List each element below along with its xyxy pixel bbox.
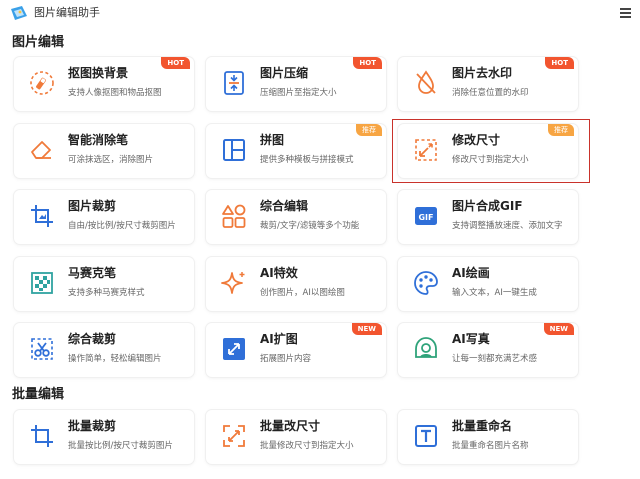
hot-badge: HOT bbox=[161, 57, 190, 69]
card-title: 修改尺寸 bbox=[452, 133, 501, 147]
card-desc: 输入文本，AI一键生成 bbox=[452, 288, 537, 298]
new-badge: NEW bbox=[543, 323, 574, 335]
card-title: AI扩图 bbox=[260, 332, 298, 346]
card-resize[interactable]: 修改尺寸 修改尺寸到指定大小 推荐 bbox=[398, 124, 578, 178]
card-crop[interactable]: 图片裁剪 自由/按比例/按尺寸裁剪图片 bbox=[14, 190, 194, 244]
card-batch-resize[interactable]: 批量改尺寸 批量修改尺寸到指定大小 bbox=[206, 410, 386, 464]
card-title: 图片去水印 bbox=[452, 66, 513, 80]
card-ai-effect[interactable]: AI特效 创作图片，AI以图绘图 bbox=[206, 257, 386, 311]
mosaic-icon bbox=[28, 269, 56, 297]
card-desc: 操作简单，轻松编辑图片 bbox=[68, 354, 162, 364]
card-desc: 让每一刻都充满艺术感 bbox=[452, 354, 538, 364]
card-ai-expand[interactable]: AI扩图 拓展图片内容 NEW bbox=[206, 323, 386, 377]
eraser-icon bbox=[28, 136, 56, 164]
expand-icon bbox=[220, 335, 248, 363]
card-title: 批量裁剪 bbox=[68, 419, 117, 433]
app-title: 图片编辑助手 bbox=[34, 6, 100, 19]
card-eraser[interactable]: 智能消除笔 可涂抹选区，消除图片 bbox=[14, 124, 194, 178]
card-title: AI写真 bbox=[452, 332, 490, 346]
compress-icon bbox=[220, 69, 248, 97]
card-batch-rename[interactable]: 批量重命名 批量重命名图片名称 bbox=[398, 410, 578, 464]
card-desc: 批量修改尺寸到指定大小 bbox=[260, 441, 354, 451]
resize-icon bbox=[412, 136, 440, 164]
card-cutout[interactable]: 抠图换背景 支持人像抠图和物品抠图 HOT bbox=[14, 57, 194, 111]
card-desc: 消除任意位置的水印 bbox=[452, 88, 529, 98]
card-title: AI绘画 bbox=[452, 266, 490, 280]
card-desc: 批量重命名图片名称 bbox=[452, 441, 529, 451]
card-compress[interactable]: 图片压缩 压缩图片至指定大小 HOT bbox=[206, 57, 386, 111]
card-title: 图片压缩 bbox=[260, 66, 309, 80]
card-desc: 创作图片，AI以图绘图 bbox=[260, 288, 345, 298]
card-desc: 批量按比例/按尺寸裁剪图片 bbox=[68, 441, 173, 451]
card-mosaic[interactable]: 马赛克笔 支持多种马赛克样式 bbox=[14, 257, 194, 311]
title-bar: 图片编辑助手 bbox=[0, 0, 640, 28]
card-desc: 修改尺寸到指定大小 bbox=[452, 155, 529, 165]
card-desc: 自由/按比例/按尺寸裁剪图片 bbox=[68, 221, 176, 231]
recommend-badge: 推荐 bbox=[356, 124, 382, 136]
card-ai-paint[interactable]: AI绘画 输入文本，AI一键生成 bbox=[398, 257, 578, 311]
card-title: 批量重命名 bbox=[452, 419, 513, 433]
card-desc: 裁剪/文字/滤镜等多个功能 bbox=[260, 221, 360, 231]
card-desc: 支持多种马赛克样式 bbox=[68, 288, 145, 298]
batch-crop-icon bbox=[28, 422, 56, 450]
card-title: AI特效 bbox=[260, 266, 298, 280]
gif-icon: GIF bbox=[412, 202, 440, 230]
card-title: 拼图 bbox=[260, 133, 285, 147]
menu-icon[interactable] bbox=[620, 8, 631, 18]
card-title: 批量改尺寸 bbox=[260, 419, 321, 433]
sparkle-icon bbox=[220, 269, 248, 297]
svg-text:GIF: GIF bbox=[418, 213, 433, 222]
card-combo-crop[interactable]: 综合裁剪 操作简单，轻松编辑图片 bbox=[14, 323, 194, 377]
magic-wand-icon bbox=[28, 69, 56, 97]
card-title: 图片合成GIF bbox=[452, 199, 523, 213]
card-desc: 可涂抹选区，消除图片 bbox=[68, 155, 154, 165]
text-icon bbox=[412, 422, 440, 450]
scissors-icon bbox=[28, 335, 56, 363]
new-badge: NEW bbox=[351, 323, 382, 335]
card-batch-crop[interactable]: 批量裁剪 批量按比例/按尺寸裁剪图片 bbox=[14, 410, 194, 464]
hot-badge: HOT bbox=[353, 57, 382, 69]
card-title: 马赛克笔 bbox=[68, 266, 117, 280]
card-gif[interactable]: GIF 图片合成GIF 支持调整播放速度、添加文字 bbox=[398, 190, 578, 244]
card-desc: 支持调整播放速度、添加文字 bbox=[452, 221, 563, 231]
card-desc: 压缩图片至指定大小 bbox=[260, 88, 337, 98]
card-watermark[interactable]: 图片去水印 消除任意位置的水印 HOT bbox=[398, 57, 578, 111]
card-ai-portrait[interactable]: AI写真 让每一刻都充满艺术感 NEW bbox=[398, 323, 578, 377]
hot-badge: HOT bbox=[545, 57, 574, 69]
card-title: 智能消除笔 bbox=[68, 133, 129, 147]
batch-resize-icon bbox=[220, 422, 248, 450]
card-desc: 支持人像抠图和物品抠图 bbox=[68, 88, 162, 98]
card-collage[interactable]: 拼图 提供多种模板与拼接模式 推荐 bbox=[206, 124, 386, 178]
card-title: 综合编辑 bbox=[260, 199, 309, 213]
collage-icon bbox=[220, 136, 248, 164]
section-title-image-edit: 图片编辑 bbox=[12, 35, 65, 50]
water-drop-icon bbox=[412, 69, 440, 97]
portrait-icon bbox=[412, 335, 440, 363]
recommend-badge: 推荐 bbox=[548, 124, 574, 136]
app-logo-icon bbox=[11, 6, 27, 20]
crop-icon bbox=[28, 202, 56, 230]
palette-icon bbox=[412, 269, 440, 297]
card-combo-edit[interactable]: 综合编辑 裁剪/文字/滤镜等多个功能 bbox=[206, 190, 386, 244]
card-desc: 提供多种模板与拼接模式 bbox=[260, 155, 354, 165]
shapes-icon bbox=[220, 202, 248, 230]
section-title-batch-edit: 批量编辑 bbox=[12, 387, 65, 402]
card-desc: 拓展图片内容 bbox=[260, 354, 312, 364]
card-title: 综合裁剪 bbox=[68, 332, 117, 346]
card-title: 图片裁剪 bbox=[68, 199, 117, 213]
card-title: 抠图换背景 bbox=[68, 66, 129, 80]
